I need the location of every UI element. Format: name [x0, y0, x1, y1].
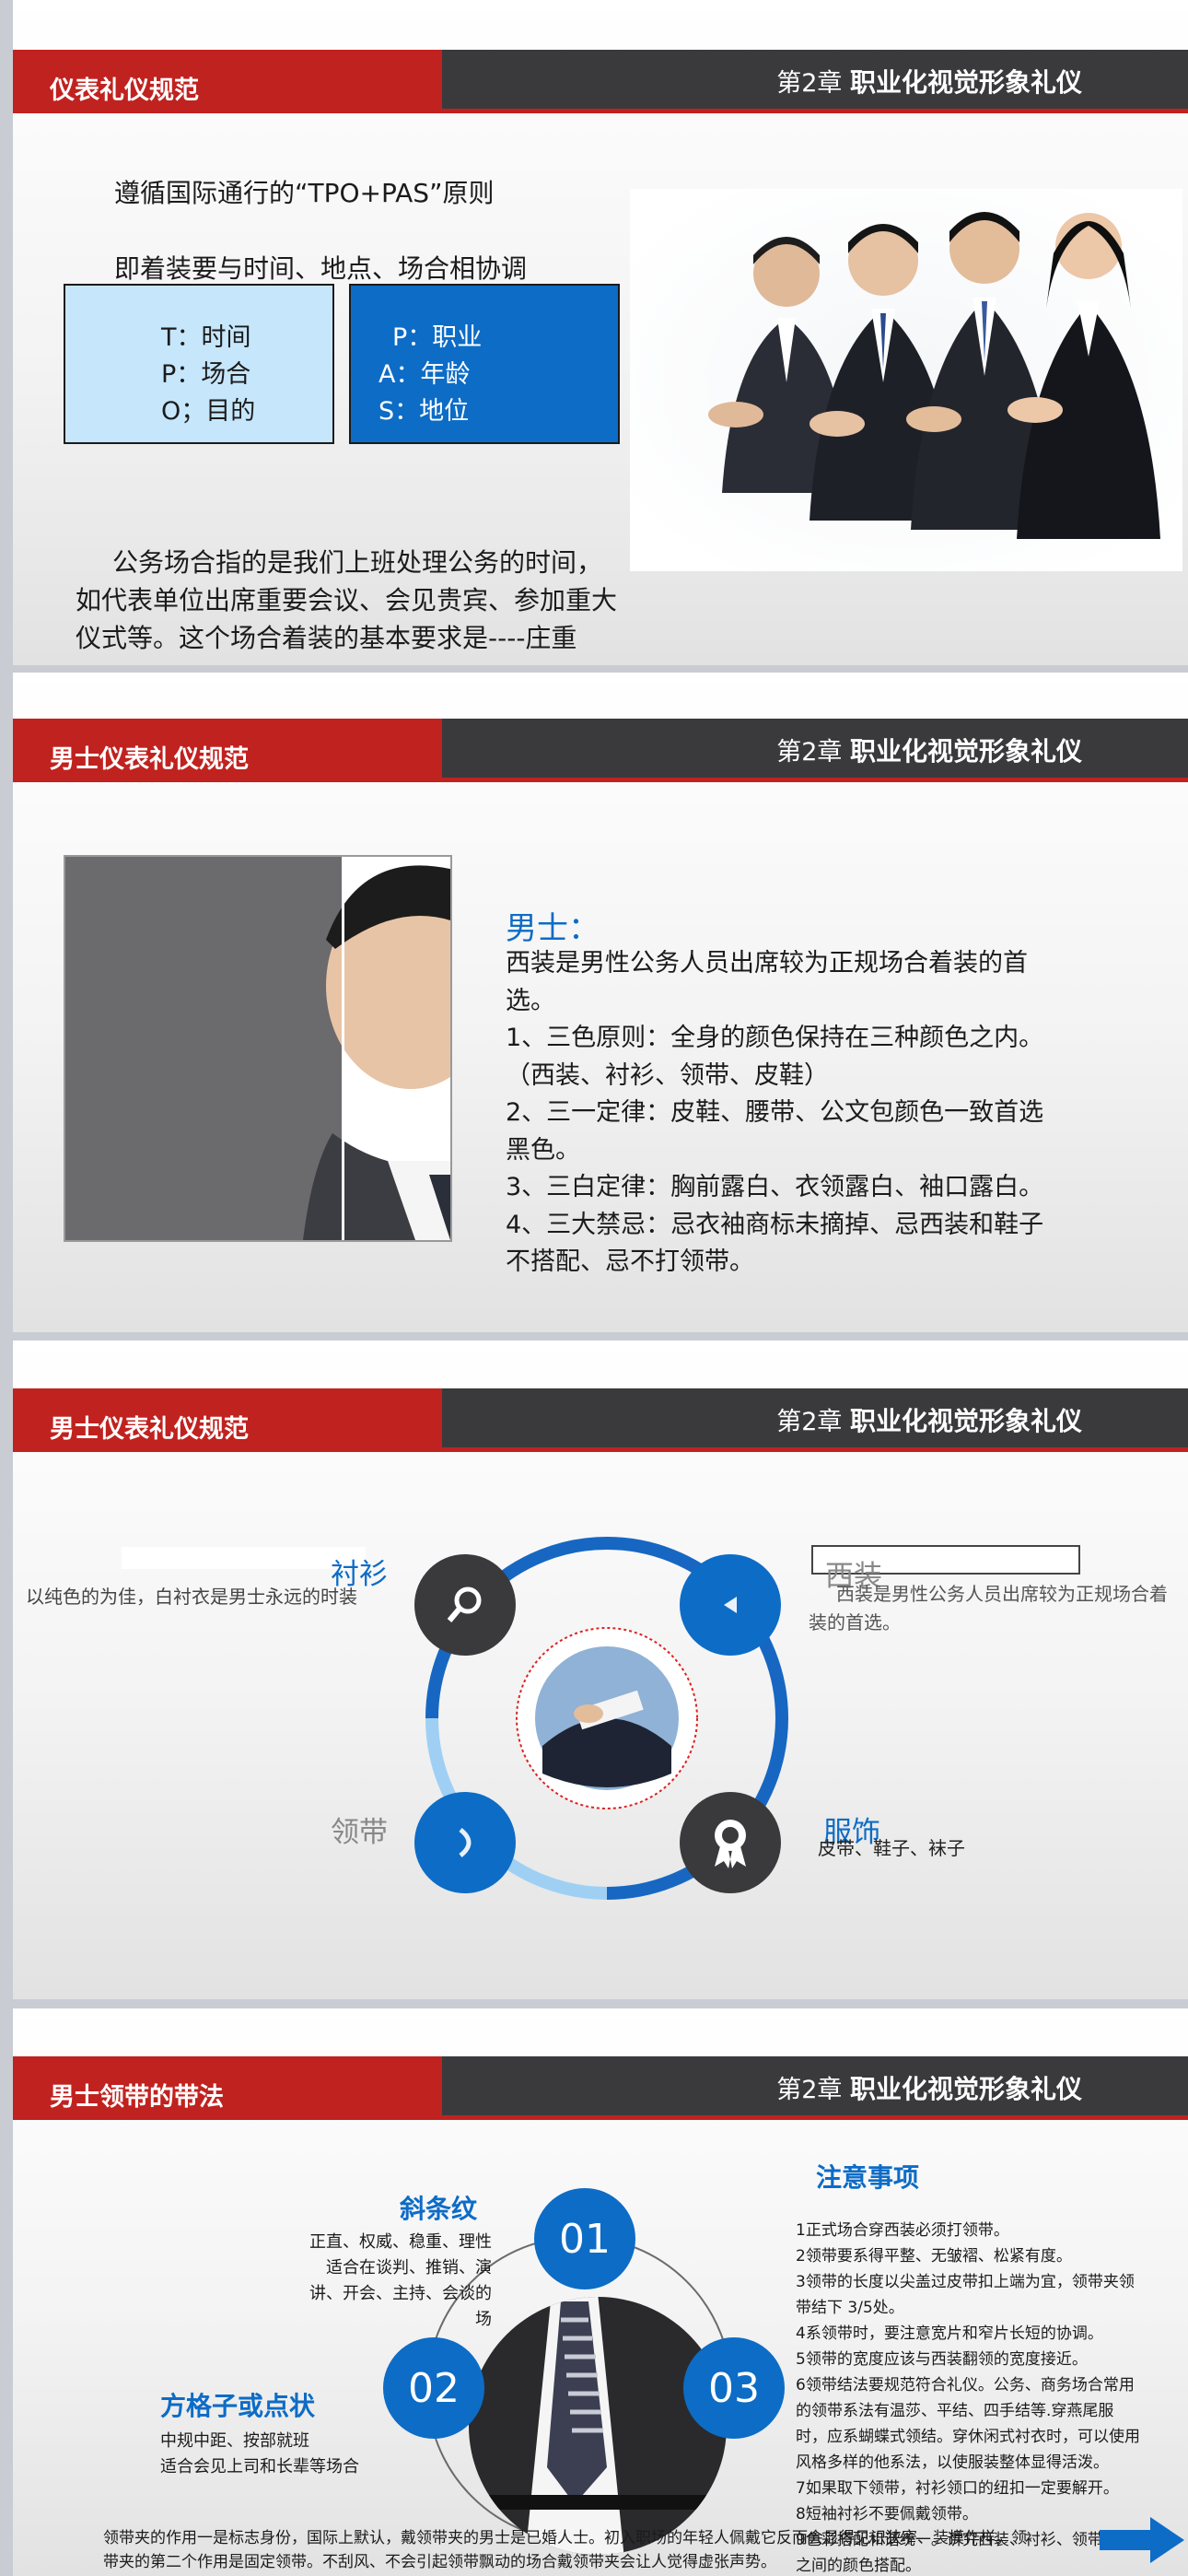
business-people-image	[630, 189, 1182, 571]
slide-header: 男士仪表礼仪规范 第2章 职业化视觉形象礼仪	[13, 719, 1188, 782]
number-badge-02: 02	[383, 2337, 484, 2439]
moon-icon[interactable]	[414, 1792, 516, 1893]
accessories-desc: 皮带、鞋子、袜子	[818, 1837, 965, 1859]
principle-line: 遵循国际通行的“TPO+PAS”原则	[114, 178, 495, 208]
notes-list: 1正式场合穿西装必须打领带。 2领带要系得平整、无皱褶、松紧有度。 3领带的长度…	[796, 2221, 1140, 2575]
slide-title: 男士仪表礼仪规范	[50, 1415, 249, 1444]
grid-dot-desc: 中规中距、按部就班 适合会见上司和长辈等场合	[160, 2431, 359, 2476]
chapter-label: 第2章 职业化视觉形象礼仪	[776, 1406, 1082, 1436]
play-icon[interactable]	[680, 1554, 781, 1656]
tpo-box: T：时间 P：场合 O；目的	[64, 284, 334, 444]
slide-header: 男士领带的带法 第2章 职业化视觉形象礼仪	[13, 2056, 1188, 2120]
chapter-label: 第2章 职业化视觉形象礼仪	[776, 2074, 1082, 2104]
shirt-label-box	[122, 1547, 366, 1569]
award-icon[interactable]	[680, 1792, 781, 1893]
coordination-line: 即着装要与时间、地点、场合相协调	[114, 253, 528, 284]
male-heading: 男士：	[506, 910, 600, 947]
suit-desc: 西装是男性公务人员出席较为正规场合着 装的首选。	[809, 1583, 1168, 1633]
slide-header: 男士仪表礼仪规范 第2章 职业化视觉形象礼仪	[13, 1388, 1188, 1452]
number-badge-01: 01	[534, 2188, 635, 2289]
male-guidelines: 西装是男性公务人员出席较为正规场合着装的首 选。 1、三色原则：全身的颜色保持在…	[506, 949, 1044, 1276]
pas-box: P：职业 A：年龄 S：地位	[349, 284, 620, 444]
tie-label: 领带	[331, 1816, 388, 1849]
search-icon[interactable]	[414, 1554, 516, 1656]
diagonal-stripe-desc: 正直、权威、稳重、理性 适合在谈判、推销、演 讲、开会、主持、会谈的 场	[309, 2232, 492, 2329]
tie-clip-footer: 领带夹的作用一是标志身份，国际上默认，戴领带夹的男士是已婚人士。初入职场的年轻人…	[103, 2529, 1027, 2571]
slide-title: 男士领带的带法	[50, 2083, 224, 2112]
slide-4: 男士领带的带法 第2章 职业化视觉形象礼仪 01 02 03 斜条纹 正直、权威…	[13, 2008, 1188, 2576]
chapter-label: 第2章 职业化视觉形象礼仪	[776, 736, 1082, 767]
slide-title: 仪表礼仪规范	[50, 76, 199, 105]
slide-2: 男士仪表礼仪规范 第2章 职业化视觉形象礼仪 男士： 西装是男性公务人员出席较为…	[13, 673, 1188, 1332]
number-badge-03: 03	[683, 2337, 785, 2439]
diagonal-stripe-title: 斜条纹	[400, 2194, 478, 2224]
chapter-label: 第2章 职业化视觉形象礼仪	[776, 67, 1082, 98]
shirt-desc: 以纯色的为佳，白衬衣是男士永远的时装	[26, 1586, 357, 1608]
slide-title: 男士仪表礼仪规范	[50, 745, 249, 774]
formal-occasion-text: 公务场合指的是我们上班处理公务的时间， 如代表单位出席重要会议、会见贵宾、参加重…	[76, 547, 618, 653]
slide-header: 仪表礼仪规范 第2章 职业化视觉形象礼仪	[13, 50, 1188, 113]
grid-dot-title: 方格子或点状	[160, 2391, 316, 2421]
next-arrow-icon[interactable]	[1100, 2517, 1184, 2563]
businessman-portrait	[64, 855, 452, 1242]
slide-3: 男士仪表礼仪规范 第2章 职业化视觉形象礼仪 衬衫 以纯色的为佳，白衬衣是男士永…	[13, 1341, 1188, 1999]
notes-title: 注意事项	[816, 2162, 920, 2193]
slide-1: 仪表礼仪规范 第2章 职业化视觉形象礼仪 遵循国际通行的“TPO+PAS”原则 …	[13, 0, 1188, 665]
